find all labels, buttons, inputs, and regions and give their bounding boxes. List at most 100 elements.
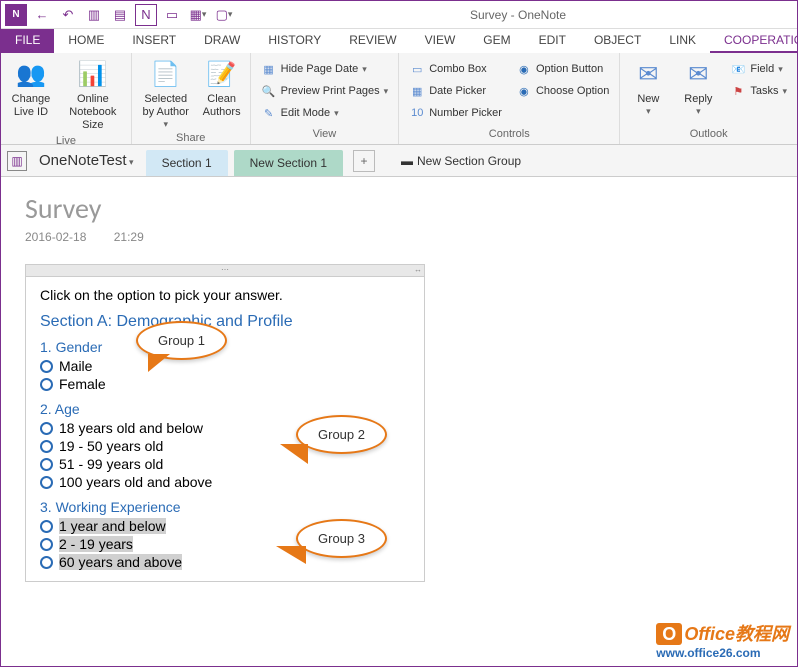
section-tab-active[interactable]: New Section 1 bbox=[234, 150, 343, 176]
q2-heading: 2. Age bbox=[40, 401, 410, 417]
tab-view[interactable]: VIEW bbox=[411, 29, 470, 53]
clean-icon: 📝 bbox=[206, 59, 238, 91]
tab-gem[interactable]: GEM bbox=[469, 29, 524, 53]
preview-print-button[interactable]: 🔍Preview Print Pages bbox=[257, 81, 393, 101]
option-button-button[interactable]: ◉ Option Button bbox=[512, 59, 613, 79]
tab-file[interactable]: FILE bbox=[1, 29, 54, 53]
qat-icon-1[interactable]: ▥ bbox=[83, 4, 105, 26]
field-icon: 📧 bbox=[730, 61, 746, 77]
title-bar: N ← ↶ ▥ ▤ N ▭ ▦ ▢ Survey - OneNote bbox=[1, 1, 797, 29]
clean-authors-label: Clean Authors bbox=[203, 93, 241, 119]
date-picker-button[interactable]: ▦ Date Picker bbox=[405, 81, 506, 101]
group-controls-label: Controls bbox=[405, 126, 613, 142]
notebook-icon[interactable]: ▥ bbox=[7, 151, 27, 171]
page-title[interactable]: Survey bbox=[25, 191, 773, 226]
group-live-label: Live bbox=[7, 133, 125, 149]
q2-opt-3-label: 51 - 99 years old bbox=[59, 456, 163, 472]
field-button[interactable]: 📧 Field bbox=[726, 59, 791, 79]
q2-opt-3[interactable]: 51 - 99 years old bbox=[40, 455, 410, 473]
date-icon: ▦ bbox=[409, 83, 425, 99]
change-live-id-button[interactable]: 👥Change Live ID bbox=[7, 55, 55, 119]
date-picker-label: Date Picker bbox=[429, 85, 486, 97]
back-icon[interactable]: ← bbox=[31, 4, 53, 26]
tab-review[interactable]: REVIEW bbox=[335, 29, 410, 53]
flag-icon: ⚑ bbox=[730, 83, 746, 99]
qat-icon-5[interactable]: ▦ bbox=[187, 4, 209, 26]
number-picker-button[interactable]: 10Number Picker bbox=[405, 103, 506, 123]
clean-authors-button[interactable]: 📝Clean Authors bbox=[200, 55, 244, 119]
tab-edit[interactable]: EDIT bbox=[525, 29, 580, 53]
notebook-name[interactable]: OneNoteTest bbox=[33, 152, 140, 169]
new-section-group[interactable]: ▬ New Section Group bbox=[401, 154, 521, 168]
undo-icon[interactable]: ↶ bbox=[57, 4, 79, 26]
radio-icon[interactable] bbox=[40, 440, 53, 453]
watermark-logo: O bbox=[656, 623, 682, 645]
radio-icon[interactable] bbox=[40, 422, 53, 435]
group-share: 📄Selected by Author 📝Clean Authors Share bbox=[132, 53, 251, 144]
option-btn-label: Option Button bbox=[536, 63, 603, 75]
author-icon: 📄 bbox=[150, 59, 182, 91]
radio-icon[interactable] bbox=[40, 476, 53, 489]
q1-opt-2-label: Female bbox=[59, 376, 106, 392]
watermark-url: www.office26.com bbox=[656, 646, 789, 660]
new-group-label: New Section Group bbox=[417, 154, 521, 168]
radio-icon: ◉ bbox=[516, 61, 532, 77]
quick-access-toolbar: N ← ↶ ▥ ▤ N ▭ ▦ ▢ bbox=[1, 4, 239, 26]
reply-button[interactable]: ✉Reply bbox=[676, 55, 720, 117]
number-icon: 10 bbox=[409, 105, 425, 121]
selected-by-author-button[interactable]: 📄Selected by Author bbox=[138, 55, 194, 130]
page-time: 21:29 bbox=[114, 230, 144, 244]
callout-group-1: Group 1 bbox=[136, 321, 227, 360]
new-label: New bbox=[637, 93, 659, 106]
app-icon[interactable]: N bbox=[5, 4, 27, 26]
q1-opt-2[interactable]: Female bbox=[40, 375, 410, 393]
hide-page-date-button[interactable]: ▦Hide Page Date bbox=[257, 59, 393, 79]
notebook-size-button[interactable]: 📊Online Notebook Size bbox=[61, 55, 125, 133]
qat-icon-3[interactable]: N bbox=[135, 4, 157, 26]
notebook-icon: 📊 bbox=[77, 59, 109, 91]
radio-icon[interactable] bbox=[40, 538, 53, 551]
qat-icon-6[interactable]: ▢ bbox=[213, 4, 235, 26]
page-date: 2016-02-18 bbox=[25, 230, 86, 244]
content-container[interactable]: ⋯↔ Click on the option to pick your answ… bbox=[25, 264, 425, 582]
q2-opt-1-label: 18 years old and below bbox=[59, 420, 203, 436]
radio-icon[interactable] bbox=[40, 520, 53, 533]
radio-icon[interactable] bbox=[40, 458, 53, 471]
watermark-text: Office教程网 bbox=[684, 624, 789, 644]
tasks-button[interactable]: ⚑Tasks bbox=[726, 81, 791, 101]
tab-insert[interactable]: INSERT bbox=[118, 29, 190, 53]
qat-icon-4[interactable]: ▭ bbox=[161, 4, 183, 26]
group-live: 👥Change Live ID 📊Online Notebook Size Li… bbox=[1, 53, 132, 144]
section-tab-1[interactable]: Section 1 bbox=[146, 150, 228, 176]
field-label: Field bbox=[750, 63, 774, 75]
choose-option-button[interactable]: ◉Choose Option bbox=[512, 81, 613, 101]
new-button[interactable]: ✉New bbox=[626, 55, 670, 117]
combo-box-button[interactable]: ▭Combo Box bbox=[405, 59, 506, 79]
tab-draw[interactable]: DRAW bbox=[190, 29, 254, 53]
edit-icon: ✎ bbox=[261, 105, 277, 121]
group-outlook-label: Outlook bbox=[626, 126, 791, 142]
q1-opt-1-label: Maile bbox=[59, 358, 92, 374]
add-section-button[interactable]: + bbox=[353, 150, 375, 172]
edit-mode-button[interactable]: ✎ Edit Mode bbox=[257, 103, 393, 123]
radio-icon[interactable] bbox=[40, 556, 53, 569]
tab-object[interactable]: OBJECT bbox=[580, 29, 655, 53]
q2-opt-4[interactable]: 100 years old and above bbox=[40, 473, 410, 491]
qat-icon-2[interactable]: ▤ bbox=[109, 4, 131, 26]
group-icon: ▬ bbox=[401, 154, 413, 168]
q1-opt-1[interactable]: Maile bbox=[40, 357, 410, 375]
radio-icon[interactable] bbox=[40, 378, 53, 391]
radio-icon[interactable] bbox=[40, 360, 53, 373]
tab-link[interactable]: LINK bbox=[655, 29, 710, 53]
q3-opt-1-label: 1 year and below bbox=[59, 518, 166, 534]
edit-mode-label: Edit Mode bbox=[281, 107, 331, 119]
container-handle[interactable]: ⋯↔ bbox=[26, 265, 424, 277]
preview-icon: 🔍 bbox=[261, 83, 277, 99]
tab-cooperation[interactable]: COOPERATION bbox=[710, 29, 798, 53]
tab-history[interactable]: HISTORY bbox=[254, 29, 335, 53]
group-view-label: View bbox=[257, 126, 393, 142]
tab-home[interactable]: HOME bbox=[54, 29, 118, 53]
group-view: ▦Hide Page Date 🔍Preview Print Pages ✎ Ed… bbox=[251, 53, 400, 144]
group-controls: ▭Combo Box ▦Date Picker 10Number Picker … bbox=[399, 53, 620, 144]
page-meta: 2016-02-18 21:29 bbox=[25, 230, 773, 244]
